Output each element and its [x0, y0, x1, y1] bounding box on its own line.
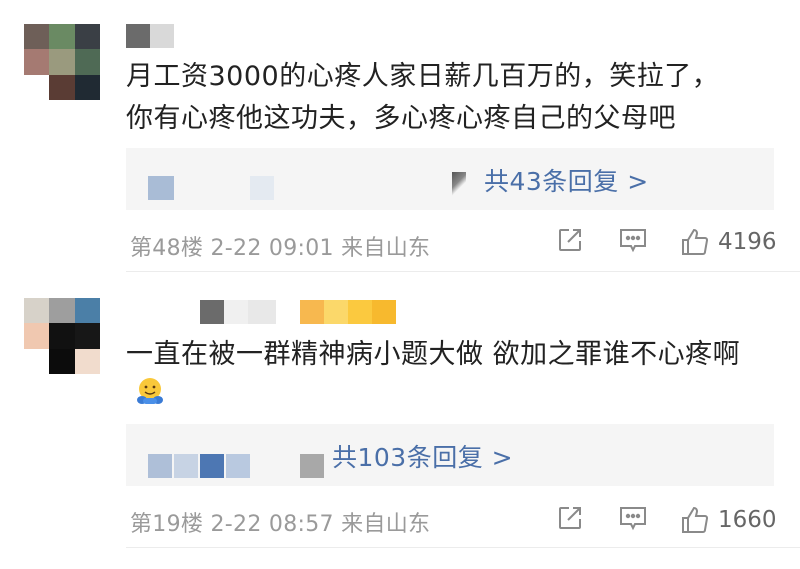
- comment-item: 月工资3000的心疼人家日薪几百万的，笑拉了， 你有心疼他这功夫，多心疼心疼自己…: [0, 0, 800, 272]
- reply-avatar-mosaic: [250, 176, 274, 200]
- username-mosaic[interactable]: [126, 300, 396, 324]
- comment-text-line: 一直在被一群精神病小题大做 欲加之罪谁不心疼啊: [126, 339, 741, 370]
- like-button[interactable]: 1660: [680, 504, 777, 536]
- reply-preview[interactable]: 共103条回复 >: [126, 424, 774, 486]
- username-mosaic[interactable]: [126, 24, 174, 48]
- thumbs-up-icon: [682, 228, 708, 256]
- comment-text-line: 你有心疼他这功夫，多心疼心疼自己的父母吧: [126, 103, 676, 134]
- divider: [126, 547, 800, 548]
- comment-item: 一直在被一群精神病小题大做 欲加之罪谁不心疼啊 共103条回复 > 第19楼 2…: [0, 276, 800, 569]
- like-button[interactable]: 4196: [680, 226, 777, 258]
- share-icon[interactable]: [556, 226, 584, 254]
- reply-avatar-mosaic: [174, 454, 198, 478]
- thumbs-up-icon: [682, 506, 708, 534]
- comment-text: 月工资3000的心疼人家日薪几百万的，笑拉了， 你有心疼他这功夫，多心疼心疼自己…: [126, 56, 776, 140]
- comment-text-line: 月工资3000的心疼人家日薪几百万的，笑拉了，: [126, 61, 720, 92]
- reply-avatar-mosaic: [148, 176, 174, 200]
- avatar[interactable]: [24, 24, 100, 100]
- share-icon[interactable]: [556, 504, 584, 532]
- reply-avatar-mosaic: [300, 454, 324, 478]
- view-replies-link[interactable]: 共103条回复 >: [332, 438, 513, 474]
- comment-meta: 第48楼 2-22 09:01 来自山东: [130, 236, 431, 261]
- avatar[interactable]: [24, 298, 100, 374]
- reply-preview[interactable]: 共43条回复 >: [126, 148, 774, 210]
- comment-meta: 第19楼 2-22 08:57 来自山东: [130, 512, 431, 537]
- reply-avatar-mosaic: [148, 454, 172, 478]
- reply-avatar-mosaic: [226, 454, 250, 478]
- hugging-emoji-icon: [134, 376, 166, 408]
- comment-text: 一直在被一群精神病小题大做 欲加之罪谁不心疼啊: [126, 334, 776, 376]
- like-count: 1660: [718, 507, 777, 533]
- divider: [126, 271, 800, 272]
- reply-avatar-mosaic: [200, 454, 224, 478]
- like-count: 4196: [718, 229, 777, 255]
- comment-icon[interactable]: [618, 504, 648, 532]
- reply-avatar-mosaic: [452, 172, 466, 198]
- comment-icon[interactable]: [618, 226, 648, 254]
- view-replies-link[interactable]: 共43条回复 >: [484, 162, 649, 198]
